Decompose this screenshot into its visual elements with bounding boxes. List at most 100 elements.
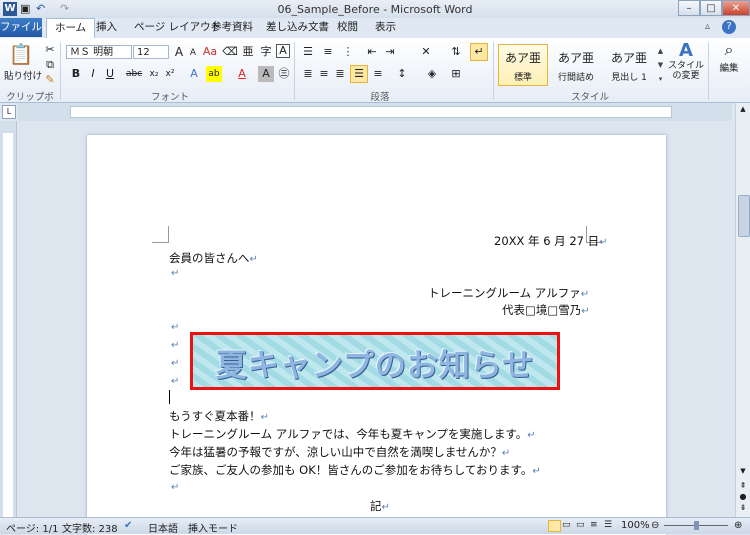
char-border-icon[interactable]: A: [276, 44, 290, 58]
browse-object-icon[interactable]: ●: [738, 492, 748, 502]
scroll-thumb[interactable]: [738, 195, 750, 237]
zoom-level[interactable]: 100%: [621, 520, 650, 531]
enclosed-char-icon[interactable]: ㊂: [276, 66, 292, 82]
change-case-icon[interactable]: Aa: [202, 44, 218, 60]
align-right-icon[interactable]: ≣: [332, 66, 348, 82]
style-sample: あア亜: [610, 51, 647, 65]
divider: [708, 42, 709, 100]
format-painter-icon[interactable]: ✎: [42, 72, 58, 88]
doc-organization[interactable]: トレーニングルーム アルファ↵: [428, 285, 589, 301]
web-layout-view-icon[interactable]: ▭: [576, 520, 585, 530]
doc-date[interactable]: 20XX 年 6 月 27 日↵: [494, 233, 608, 249]
strikethrough-icon[interactable]: abc: [126, 66, 142, 82]
distribute-icon[interactable]: ≡: [370, 66, 386, 82]
tab-insert[interactable]: 挿入: [88, 18, 125, 37]
tab-selector[interactable]: L: [2, 105, 16, 119]
doc-recipient-text: 会員の皆さんへ: [169, 251, 250, 265]
numbering-icon[interactable]: ≡: [320, 44, 336, 60]
bold-icon[interactable]: B: [68, 66, 84, 82]
font-size-combo[interactable]: 12: [133, 45, 169, 59]
sort-icon[interactable]: ⇅: [448, 44, 464, 60]
copy-icon[interactable]: ⧉: [42, 57, 58, 73]
superscript-icon[interactable]: x²: [162, 66, 178, 82]
cut-icon[interactable]: ✂: [42, 42, 58, 58]
doc-representative[interactable]: 代表□境□雪乃↵: [502, 302, 590, 318]
change-styles-button[interactable]: A スタイルの変更: [668, 40, 704, 88]
scroll-up-icon[interactable]: ▲: [738, 105, 748, 115]
help-icon[interactable]: ?: [722, 20, 736, 34]
line-spacing-icon[interactable]: ↕: [394, 66, 410, 82]
full-screen-view-icon[interactable]: ▭: [562, 520, 571, 530]
doc-date-text: 20XX 年 6 月 27 日: [494, 234, 600, 248]
tab-view[interactable]: 表示: [367, 18, 404, 37]
styles-scroll-icon[interactable]: ▲ ▼ ▾: [656, 44, 665, 86]
enclose-char-icon[interactable]: 字: [258, 44, 274, 60]
next-page-icon[interactable]: ⇟: [738, 503, 748, 513]
show-marks-icon[interactable]: ↵: [470, 43, 488, 61]
clear-format-icon[interactable]: ⌫: [222, 44, 238, 60]
doc-body-line[interactable]: もうすぐ夏本番！↵: [169, 408, 269, 424]
ruler-text-area: [70, 106, 672, 118]
paragraph-mark-icon: ↵: [501, 448, 511, 459]
underline-icon[interactable]: U: [102, 66, 118, 82]
text-cursor: [169, 390, 170, 404]
shading-icon[interactable]: ◈: [424, 66, 440, 82]
draft-view-icon[interactable]: ☰: [604, 520, 612, 530]
scroll-down-icon[interactable]: ▼: [738, 467, 748, 477]
char-shading-icon[interactable]: A: [258, 66, 274, 82]
tab-review[interactable]: 校閲: [329, 18, 366, 37]
align-center-icon[interactable]: ≡: [316, 66, 332, 82]
paste-icon[interactable]: 📋: [8, 42, 34, 66]
tab-references[interactable]: 参考資料: [203, 18, 261, 37]
editing-button[interactable]: ⌕ 編集: [712, 40, 746, 88]
tab-file[interactable]: ファイル: [0, 18, 42, 37]
zoom-slider-thumb[interactable]: [694, 521, 699, 530]
tab-mailings[interactable]: 差し込み文書: [258, 18, 337, 37]
paste-button[interactable]: 貼り付け: [4, 68, 42, 82]
italic-icon[interactable]: I: [85, 66, 101, 82]
maximize-button[interactable]: □: [700, 0, 722, 16]
justify-icon[interactable]: ☰: [350, 65, 368, 83]
paragraph-mark-icon: ↵: [171, 340, 180, 351]
proofing-icon[interactable]: ✔: [124, 520, 132, 531]
multilevel-list-icon[interactable]: ⋮: [340, 44, 356, 60]
divider: [294, 42, 295, 100]
zoom-in-icon[interactable]: ⊕: [734, 520, 742, 531]
title-bar: W ▣ ↶ ↷ 06_Sample_Before - Microsoft Wor…: [0, 0, 750, 18]
style-no-spacing[interactable]: あア亜 行間詰め: [551, 44, 601, 86]
vertical-scrollbar[interactable]: ▲ ▼ ⇞ ● ⇟: [735, 103, 750, 517]
prev-page-icon[interactable]: ⇞: [738, 481, 748, 491]
minimize-button[interactable]: –: [678, 0, 700, 16]
text-effects-icon[interactable]: A: [186, 66, 202, 82]
vertical-ruler-text-area: [3, 133, 13, 517]
subscript-icon[interactable]: x₂: [146, 66, 162, 82]
ribbon-collapse-icon[interactable]: ▵: [705, 21, 710, 32]
font-color-icon[interactable]: A: [234, 66, 250, 82]
doc-body-line[interactable]: トレーニングルーム アルファでは、今年も夏キャンプを実施します。↵: [169, 426, 536, 442]
doc-ki[interactable]: 記↵: [370, 498, 390, 514]
font-name-combo[interactable]: ＭＳ 明朝: [66, 45, 132, 59]
phonetic-guide-icon[interactable]: 亜: [240, 44, 256, 60]
paragraph-mark-icon: ↵: [171, 358, 180, 369]
doc-body-line[interactable]: ご家族、ご友人の参加も OK！皆さんのご参加をお待ちしております。↵: [169, 462, 541, 478]
increase-indent-icon[interactable]: ⇥: [382, 44, 398, 60]
style-heading-1[interactable]: あア亜 見出し 1: [604, 44, 654, 86]
style-normal[interactable]: あア亜 標準: [498, 44, 548, 86]
outline-view-icon[interactable]: ≡: [590, 520, 598, 530]
doc-body-line[interactable]: 今年は猛暑の予報ですが、涼しい山中で自然を満喫しませんか？↵: [169, 444, 510, 460]
paragraph-mark-icon: ↵: [171, 268, 180, 279]
shrink-font-icon[interactable]: A: [185, 45, 201, 61]
asian-layout-icon[interactable]: ✕: [418, 44, 434, 60]
bullets-icon[interactable]: ☰: [300, 44, 316, 60]
decrease-indent-icon[interactable]: ⇤: [364, 44, 380, 60]
borders-icon[interactable]: ⊞: [448, 66, 464, 82]
ki-text: 記: [370, 499, 382, 513]
close-button[interactable]: ✕: [722, 0, 750, 16]
paragraph-mark-icon: ↵: [580, 289, 590, 300]
wordart-title[interactable]: 夏キャンプのお知らせ: [190, 332, 560, 390]
align-left-icon[interactable]: ≣: [300, 66, 316, 82]
print-layout-view-icon[interactable]: [548, 520, 561, 532]
doc-recipient[interactable]: 会員の皆さんへ↵: [169, 250, 258, 266]
zoom-out-icon[interactable]: ⊖: [651, 520, 659, 531]
highlight-icon[interactable]: ab: [206, 66, 222, 82]
